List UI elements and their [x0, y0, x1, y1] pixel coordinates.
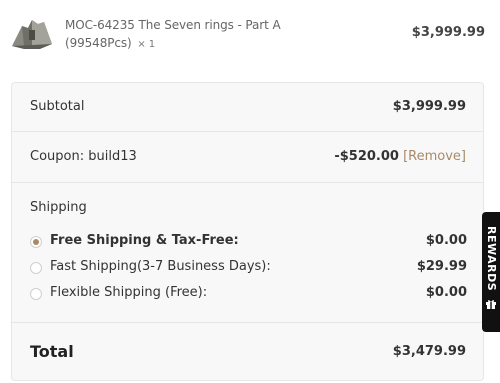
total-value: $3,479.99: [392, 344, 466, 359]
shipping-title: Shipping: [30, 200, 87, 215]
coupon-row: Coupon: build13 -$520.00 [Remove]: [12, 132, 483, 183]
subtotal-value: $3,999.99: [392, 99, 466, 114]
cart-item: MOC-64235 The Seven rings - Part A (9954…: [10, 12, 490, 60]
subtotal-row: Subtotal $3,999.99: [12, 83, 483, 132]
shipping-option-price: $0.00: [425, 285, 467, 300]
total-label: Total: [30, 342, 74, 361]
shipping-radio[interactable]: [30, 288, 42, 300]
shipping-radio[interactable]: [30, 236, 42, 248]
shipping-radio[interactable]: [30, 262, 42, 274]
coupon-amount: -$520.00: [334, 149, 399, 164]
shipping-row: Shipping Free Shipping & Tax-Free: $0.00…: [12, 183, 483, 323]
remove-coupon-link[interactable]: [Remove]: [403, 149, 466, 164]
product-thumbnail[interactable]: [10, 16, 54, 50]
product-name-text: MOC-64235 The Seven rings - Part A (9954…: [65, 18, 281, 50]
coupon-label: Coupon: build13: [30, 149, 137, 164]
shipping-option-label[interactable]: Free Shipping & Tax-Free:: [50, 233, 239, 248]
rewards-label: REWARDS: [485, 226, 498, 292]
shipping-option-fast[interactable]: Fast Shipping(3-7 Business Days): $29.99: [30, 258, 467, 278]
product-price: $3,999.99: [411, 25, 485, 40]
coupon-value: -$520.00 [Remove]: [334, 149, 466, 164]
gift-icon: [486, 300, 496, 309]
subtotal-label: Subtotal: [30, 99, 85, 114]
shipping-option-label[interactable]: Fast Shipping(3-7 Business Days):: [50, 259, 271, 274]
shipping-option-price: $29.99: [416, 259, 467, 274]
rewards-tab[interactable]: REWARDS: [482, 212, 500, 332]
total-row: Total $3,479.99: [12, 323, 483, 382]
product-name[interactable]: MOC-64235 The Seven rings - Part A (9954…: [65, 16, 285, 54]
shipping-option-free-tax-free[interactable]: Free Shipping & Tax-Free: $0.00: [30, 232, 467, 252]
product-quantity: × 1: [137, 39, 155, 50]
shipping-option-label[interactable]: Flexible Shipping (Free):: [50, 285, 207, 300]
shipping-option-price: $0.00: [425, 233, 467, 248]
shipping-option-flexible[interactable]: Flexible Shipping (Free): $0.00: [30, 284, 467, 304]
order-totals-panel: Subtotal $3,999.99 Coupon: build13 -$520…: [11, 82, 484, 381]
